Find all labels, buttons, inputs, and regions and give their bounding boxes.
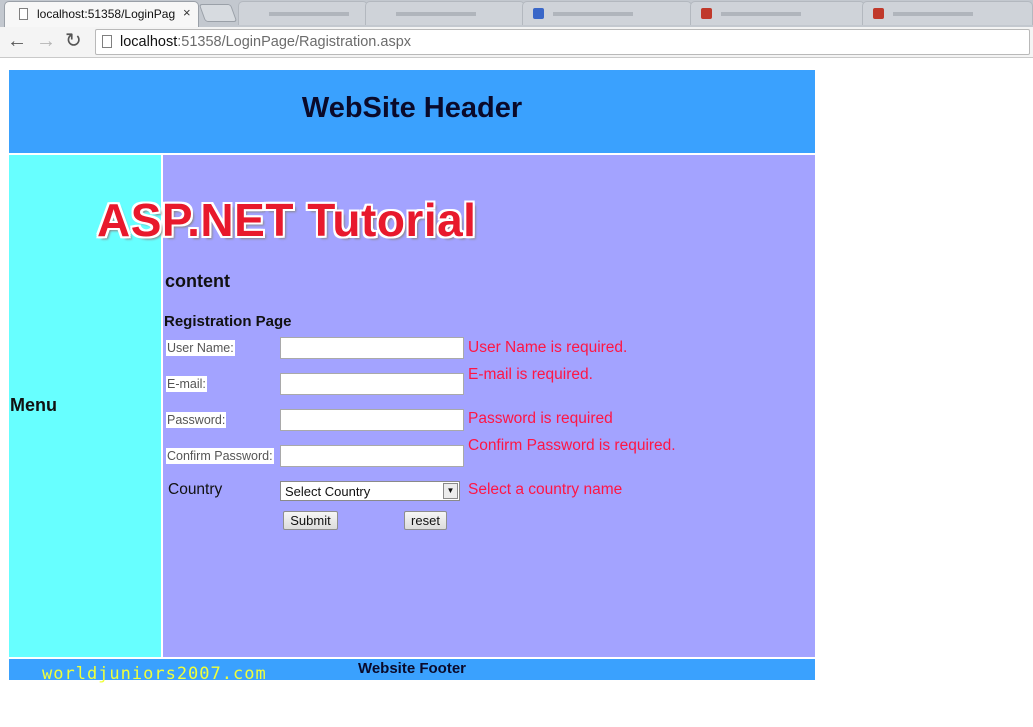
chevron-down-icon[interactable]: ▼ bbox=[443, 483, 458, 499]
tutorial-banner: ASP.NET Tutorial bbox=[97, 194, 477, 246]
browser-tab-active[interactable]: localhost:51358/LoginPag × bbox=[4, 1, 199, 27]
new-tab-button[interactable] bbox=[198, 4, 238, 22]
background-tab[interactable] bbox=[862, 1, 1033, 25]
back-icon[interactable]: ← bbox=[7, 30, 27, 52]
browser-toolbar: ← → ↻ localhost:51358/LoginPage/Ragistra… bbox=[0, 27, 1033, 58]
background-tab[interactable] bbox=[365, 1, 525, 25]
tab-title-blurred bbox=[893, 12, 973, 16]
tab-title-blurred bbox=[269, 12, 349, 16]
watermark: worldjuniors2007.com bbox=[42, 664, 267, 684]
email-input[interactable] bbox=[280, 373, 464, 395]
url-path: :51358/LoginPage/Ragistration.aspx bbox=[177, 34, 412, 50]
background-tab[interactable] bbox=[690, 1, 865, 25]
menu-label: Menu bbox=[10, 395, 57, 415]
close-icon[interactable]: × bbox=[183, 5, 191, 20]
confirm-password-input[interactable] bbox=[280, 445, 464, 467]
email-error: E-mail is required. bbox=[468, 366, 593, 383]
content-heading: content bbox=[165, 271, 230, 291]
registration-title: Registration Page bbox=[164, 313, 292, 330]
url-host: localhost bbox=[120, 34, 178, 50]
password-label: Password: bbox=[166, 412, 227, 428]
browser-tab-strip: localhost:51358/LoginPag × bbox=[0, 0, 1033, 27]
header-title: WebSite Header bbox=[301, 92, 523, 124]
page-icon bbox=[19, 8, 28, 20]
country-error: Select a country name bbox=[468, 481, 623, 498]
tab-title: localhost:51358/LoginPag bbox=[37, 7, 176, 21]
background-tab[interactable] bbox=[522, 1, 692, 25]
forward-icon[interactable]: → bbox=[36, 30, 56, 52]
reset-button[interactable]: reset bbox=[404, 511, 447, 530]
password-error: Password is required bbox=[468, 410, 613, 427]
address-bar[interactable]: localhost:51358/LoginPage/Ragistration.a… bbox=[95, 29, 1030, 55]
username-input[interactable] bbox=[280, 337, 464, 359]
url-text[interactable]: localhost:51358/LoginPage/Ragistration.a… bbox=[120, 34, 411, 50]
country-label: Country bbox=[168, 481, 223, 498]
submit-button[interactable]: Submit bbox=[283, 511, 338, 530]
username-label: User Name: bbox=[166, 340, 235, 356]
favicon-icon bbox=[873, 8, 884, 19]
confirm-password-label: Confirm Password: bbox=[166, 448, 274, 464]
country-selected-value: Select Country bbox=[285, 484, 371, 499]
username-error: User Name is required. bbox=[468, 339, 628, 356]
confirm-password-error: Confirm Password is required. bbox=[468, 437, 676, 454]
email-label: E-mail: bbox=[166, 376, 207, 392]
tab-title-blurred bbox=[721, 12, 801, 16]
page-icon bbox=[102, 35, 112, 48]
reload-icon[interactable]: ↻ bbox=[65, 30, 82, 52]
website-header: WebSite Header bbox=[9, 70, 815, 153]
tab-title-blurred bbox=[396, 12, 476, 16]
favicon-icon bbox=[701, 8, 712, 19]
favicon-icon bbox=[533, 8, 544, 19]
password-input[interactable] bbox=[280, 409, 464, 431]
tab-title-blurred bbox=[553, 12, 633, 16]
background-tab[interactable] bbox=[238, 1, 368, 25]
country-select[interactable]: Select Country ▼ bbox=[280, 481, 460, 501]
